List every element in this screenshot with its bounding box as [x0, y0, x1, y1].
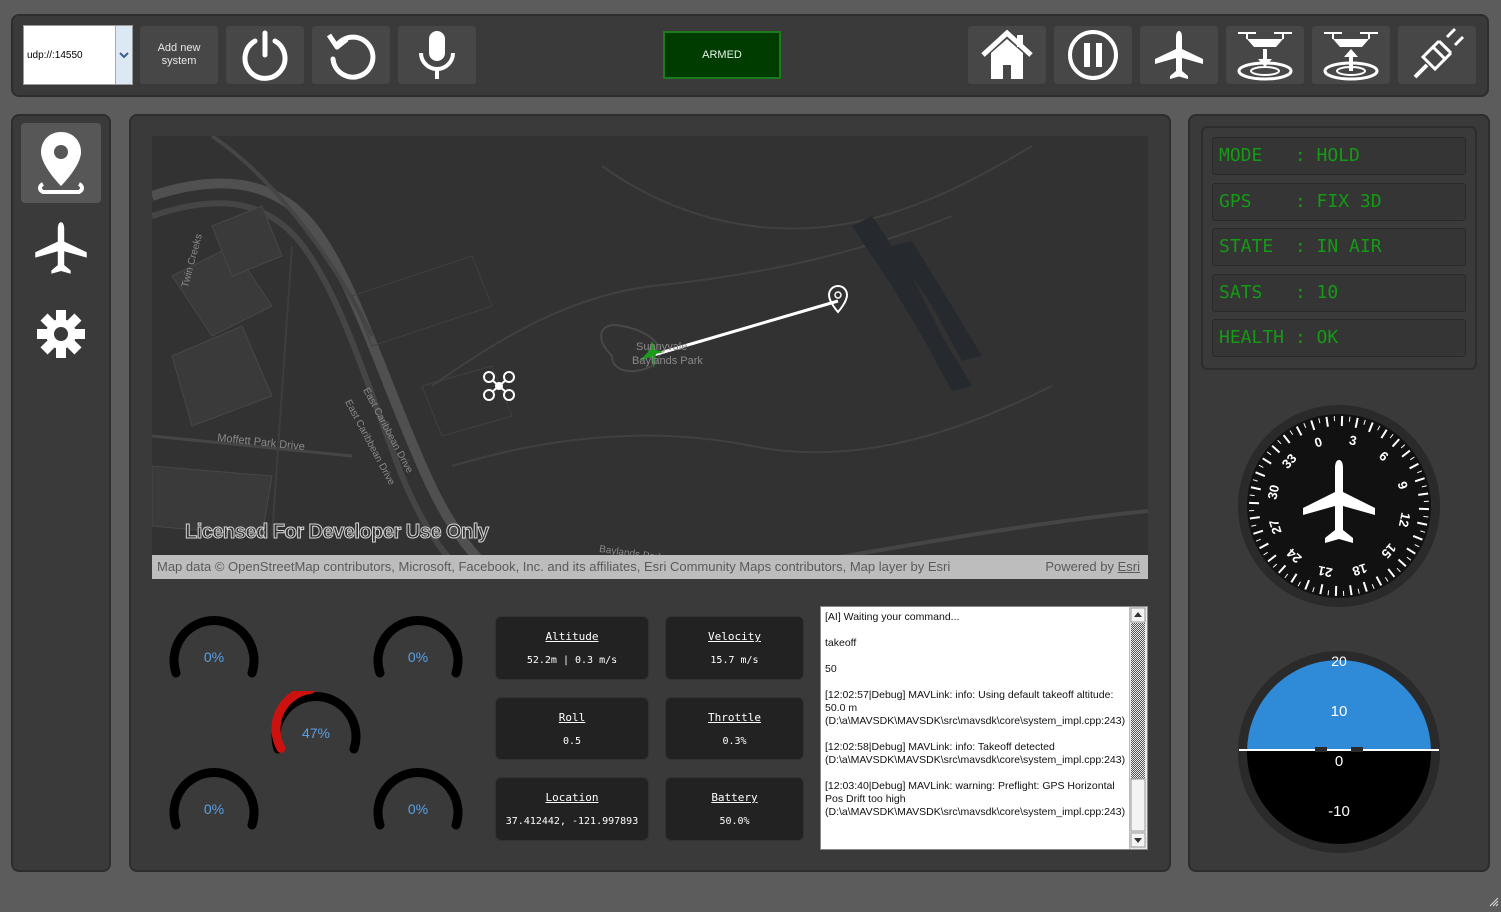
location-value: 37.412442, -121.997893 — [496, 816, 648, 827]
motor-gauge-rear-left: 0% — [166, 767, 262, 837]
return-home-button[interactable] — [967, 25, 1047, 85]
reboot-button[interactable] — [311, 25, 391, 85]
roll-card: Roll 0.5 — [495, 697, 649, 760]
compass-tick — [1250, 495, 1255, 496]
motor-percent: 0% — [370, 649, 466, 665]
velocity-label: Velocity — [666, 630, 803, 643]
resize-grip-icon[interactable] — [1489, 894, 1499, 904]
pitch-label-minus-10: -10 — [1237, 803, 1441, 820]
status-mode: MODE : HOLD — [1212, 137, 1466, 175]
license-watermark: Licensed For Developer Use Only — [185, 521, 489, 544]
throttle-label: Throttle — [666, 711, 803, 724]
altitude-card: Altitude 52.2m | 0.3 m/s — [495, 616, 649, 680]
motor-percent: 0% — [370, 801, 466, 817]
takeoff-button[interactable] — [1311, 25, 1391, 85]
reload-icon — [323, 27, 379, 83]
motor-gauge-center: 47% — [268, 691, 364, 761]
park-label-2: Baylands Park — [632, 355, 703, 367]
voice-command-button[interactable] — [397, 25, 477, 85]
chevron-down-icon[interactable] — [115, 26, 132, 84]
throttle-card: Throttle 0.3% — [665, 697, 804, 760]
velocity-value: 15.7 m/s — [666, 655, 803, 666]
motor-percent: 0% — [166, 649, 262, 665]
attitude-indicator: 20 10 0 -10 — [1237, 650, 1441, 854]
compass-tick — [1326, 417, 1327, 427]
fly-mission-button[interactable] — [1139, 25, 1219, 85]
arm-button[interactable] — [225, 25, 305, 85]
log-scrollbar[interactable] — [1129, 607, 1147, 849]
compass-tick — [1250, 517, 1260, 518]
pitch-label-10: 10 — [1237, 703, 1441, 720]
gear-icon — [35, 308, 87, 360]
map-pin-icon — [33, 128, 89, 198]
armed-label: ARMED — [702, 49, 742, 61]
log-text: [AI] Waiting your command... takeoff 50 … — [825, 611, 1130, 819]
nav-map-button[interactable] — [21, 123, 101, 203]
plug-icon — [1409, 27, 1465, 83]
status-health: HEALTH : OK — [1212, 319, 1466, 357]
compass-tick — [1418, 493, 1428, 494]
command-log[interactable]: [AI] Waiting your command... takeoff 50 … — [820, 606, 1148, 850]
land-button[interactable] — [1225, 25, 1305, 85]
compass-tick — [1328, 590, 1329, 595]
velocity-card: Velocity 15.7 m/s — [665, 616, 804, 680]
throttle-value: 0.3% — [666, 736, 803, 747]
nav-settings-button[interactable] — [21, 294, 101, 374]
motor-gauge-rear-right: 0% — [370, 767, 466, 837]
battery-label: Battery — [666, 791, 803, 804]
park-label-1: Sunnyvale — [636, 341, 687, 353]
location-label: Location — [496, 791, 648, 804]
connection-value: udp://:14550 — [27, 50, 83, 61]
compass-label: 30 — [1265, 483, 1283, 500]
waypoint-pin-icon[interactable] — [829, 286, 847, 312]
pitch-label-20: 20 — [1237, 653, 1441, 669]
nav-flight-button[interactable] — [21, 208, 101, 288]
altitude-label: Altitude — [496, 630, 648, 643]
roll-value: 0.5 — [496, 736, 648, 747]
pause-button[interactable] — [1053, 25, 1133, 85]
status-gps: GPS : FIX 3D — [1212, 183, 1466, 221]
connection-select[interactable]: udp://:14550 — [23, 25, 133, 85]
pitch-label-0: 0 — [1237, 753, 1441, 770]
motor-gauge-front-left: 0% — [166, 615, 262, 685]
compass-tick — [1350, 585, 1351, 595]
add-system-label-1: Add new — [158, 42, 201, 54]
esri-link[interactable]: Esri — [1118, 559, 1140, 574]
map-view[interactable]: Sunnyvale Baylands Park Twin Creeks East… — [152, 136, 1148, 579]
armed-status-badge: ARMED — [663, 31, 781, 79]
motor-percent: 47% — [268, 725, 364, 741]
attribution-text: Map data © OpenStreetMap contributors, M… — [157, 559, 950, 574]
disconnect-button[interactable] — [1397, 25, 1477, 85]
add-system-label-2: system — [162, 55, 197, 67]
compass-tick — [1349, 417, 1350, 422]
compass-label: 21 — [1316, 563, 1333, 581]
battery-value: 50.0% — [666, 816, 803, 827]
location-card: Location 37.412442, -121.997893 — [495, 777, 649, 841]
motor-gauge-front-right: 0% — [370, 615, 466, 685]
heading-indicator: 03691215182124273033 — [1237, 404, 1441, 608]
airplane-icon — [31, 218, 91, 278]
powered-by-label: Powered by — [1045, 559, 1114, 574]
home-icon — [979, 27, 1035, 83]
drone-home-icon — [484, 372, 514, 400]
airplane-icon — [1151, 27, 1207, 83]
altitude-value: 52.2m | 0.3 m/s — [496, 655, 648, 666]
map-attribution: Map data © OpenStreetMap contributors, M… — [152, 555, 1148, 579]
motor-percent: 0% — [166, 801, 262, 817]
status-sats: SATS : 10 — [1212, 274, 1466, 312]
microphone-icon — [412, 27, 462, 83]
drone-land-icon — [1232, 27, 1298, 83]
battery-card: Battery 50.0% — [665, 777, 804, 841]
pause-icon — [1065, 27, 1121, 83]
status-state: STATE : IN AIR — [1212, 228, 1466, 266]
roll-label: Roll — [496, 711, 648, 724]
power-icon — [237, 27, 293, 83]
drone-takeoff-icon — [1318, 27, 1384, 83]
add-system-button[interactable]: Add newsystem — [139, 25, 219, 85]
compass-tick — [1423, 516, 1428, 517]
compass-label: 12 — [1396, 511, 1414, 528]
